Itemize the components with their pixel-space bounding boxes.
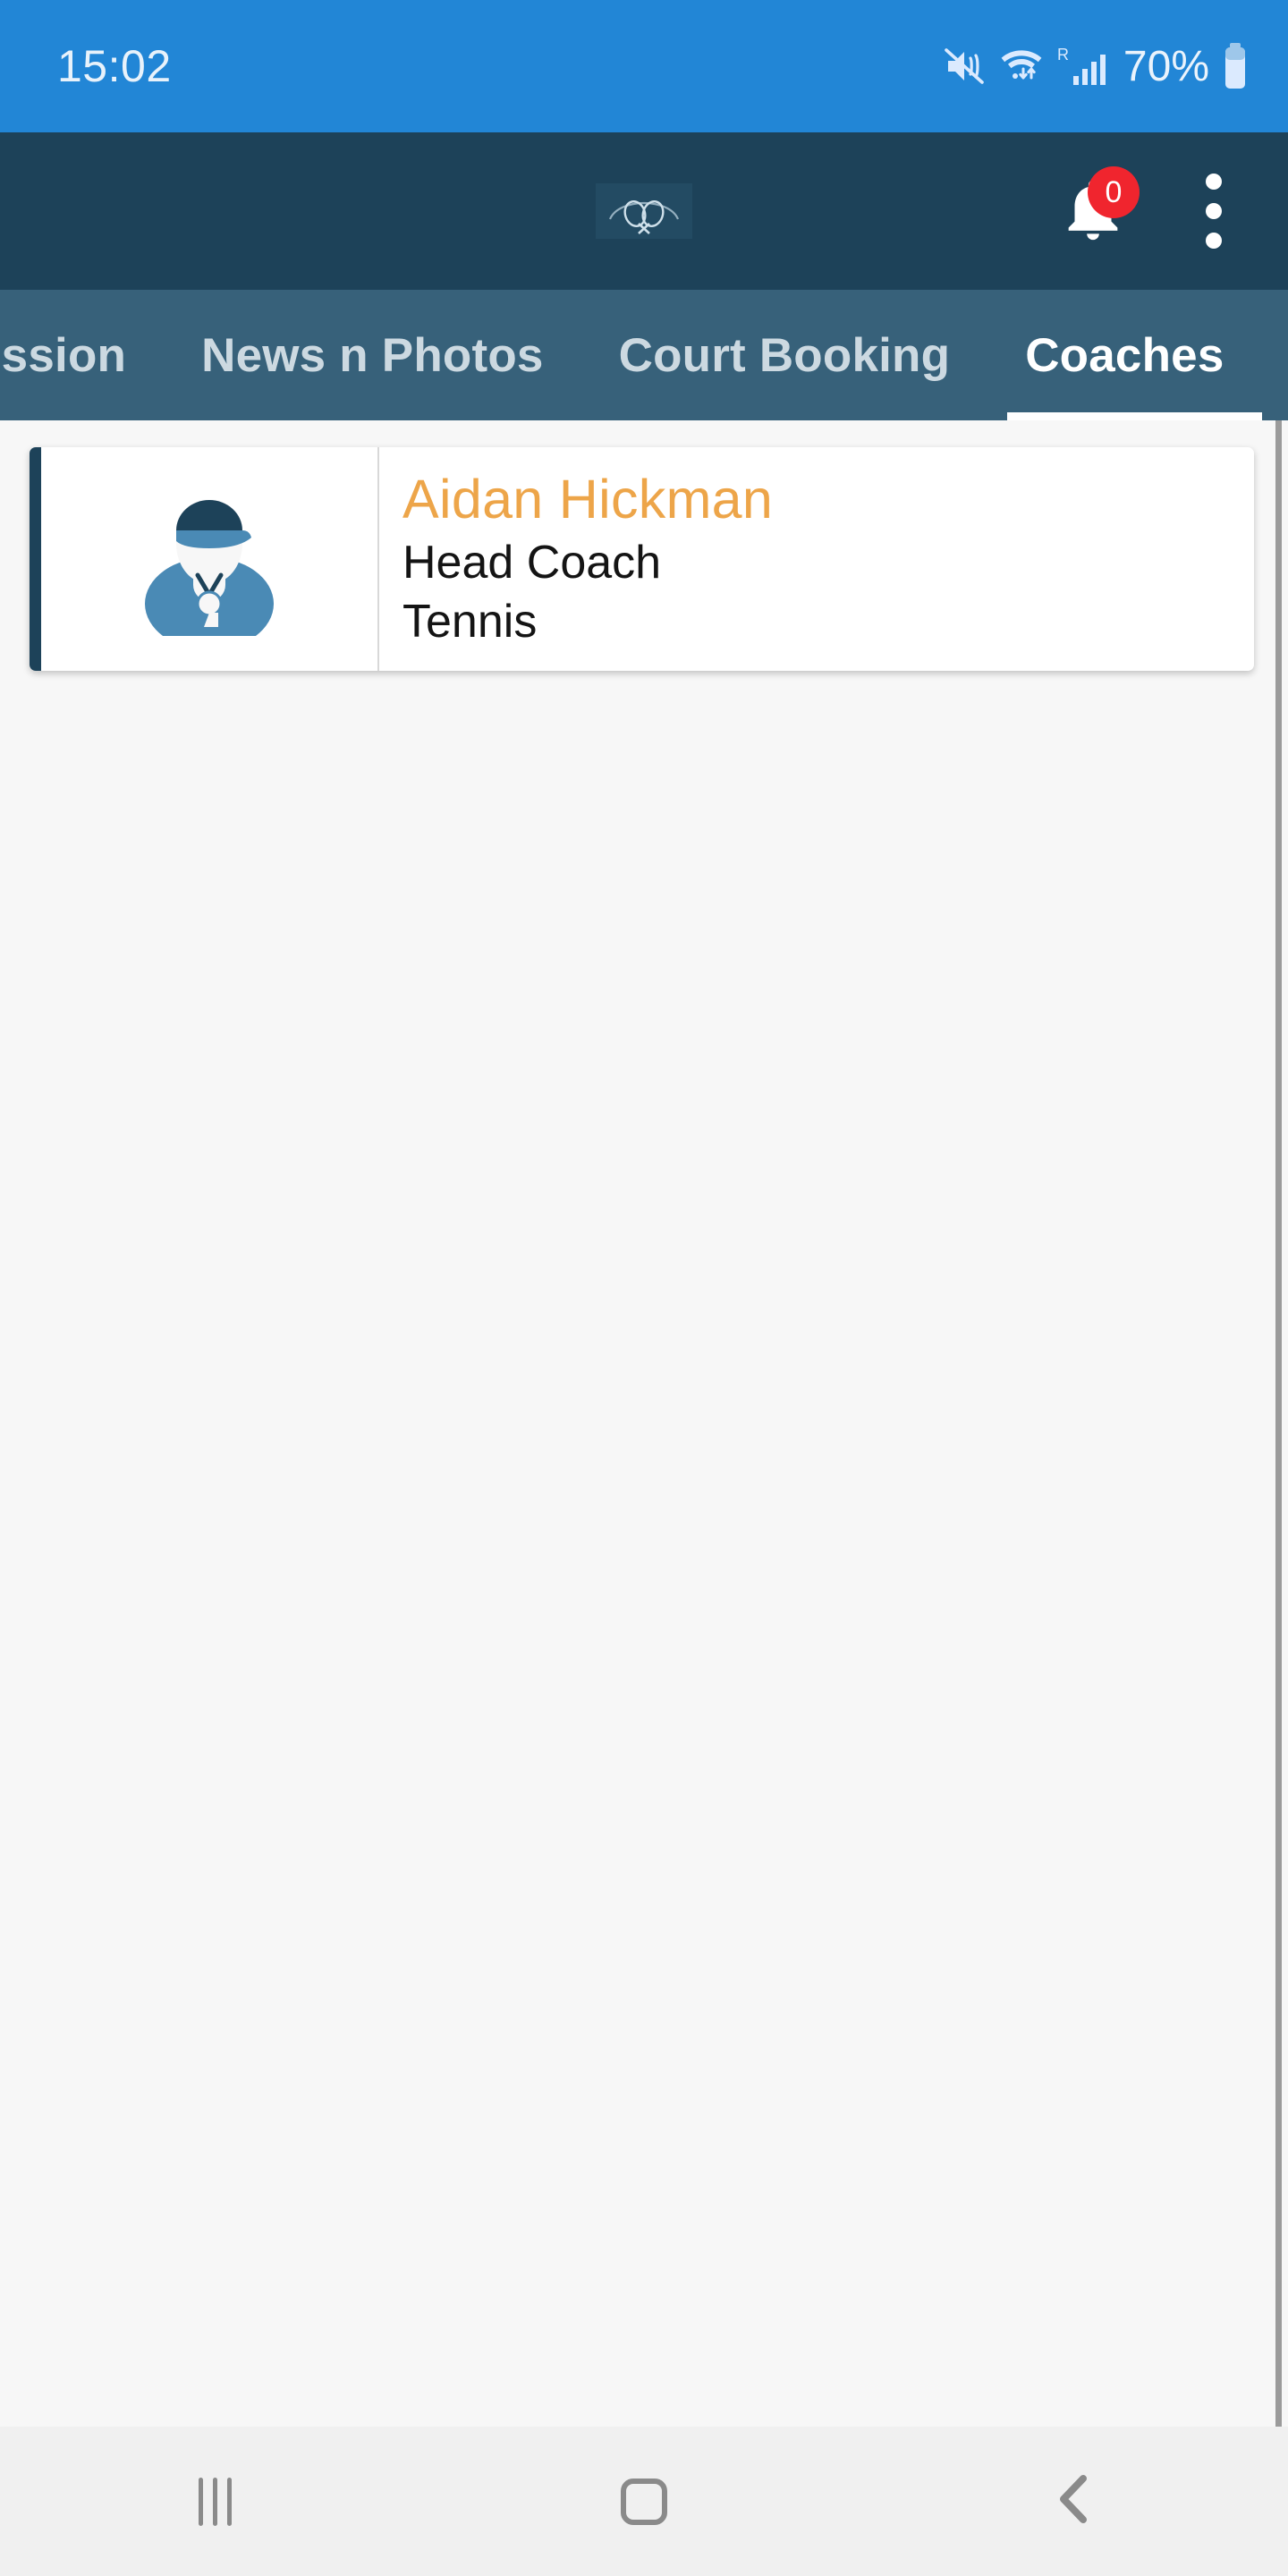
app-logo [596,183,692,239]
tab-label: News n Photos [201,328,544,382]
kebab-dot [1206,174,1222,190]
status-clock: 15:02 [57,41,172,91]
home-icon [621,2478,667,2525]
coach-name: Aidan Hickman [402,469,774,530]
tab-list: ession News n Photos Court Booking Coach… [0,290,1262,420]
tab-indicator [1007,412,1262,420]
kebab-dot [1206,203,1222,219]
tab-label: ession [0,328,127,382]
coach-details: Aidan Hickman Head Coach Tennis [379,447,1254,671]
notifications-button[interactable]: 0 [1050,166,1140,254]
battery-icon [1222,43,1249,89]
vertical-scrollbar[interactable] [1275,420,1282,2427]
coach-sport: Tennis [402,596,538,648]
recents-icon [198,2477,232,2526]
back-chevron-icon [1049,2471,1097,2531]
coach-role: Head Coach [402,536,662,589]
overflow-menu-button[interactable] [1181,165,1247,258]
battery-percent-label: 70% [1123,42,1209,90]
status-icons: R 70% [930,42,1249,91]
card-accent-bar [30,447,41,671]
coach-avatar-icon [130,479,289,650]
mute-vibrate-icon [943,45,986,88]
status-bar: 15:02 R 70% [0,0,1288,132]
roaming-signal-icon: R [1057,44,1106,89]
coaches-list-area: Aidan Hickman Head Coach Tennis [0,420,1288,2427]
tab-label: Coaches [1025,328,1224,382]
kebab-dot [1206,233,1222,249]
tab-news-n-photos[interactable]: News n Photos [164,290,580,420]
tab-session[interactable]: ession [0,290,164,420]
tab-bar[interactable]: ession News n Photos Court Booking Coach… [0,290,1288,420]
tab-court-booking[interactable]: Court Booking [581,290,988,420]
wifi-icon [998,45,1045,88]
notification-badge: 0 [1088,166,1140,218]
back-button[interactable] [984,2427,1163,2576]
tab-coaches[interactable]: Coaches [987,290,1262,420]
app-header: 0 [0,132,1288,290]
recents-button[interactable] [125,2427,304,2576]
android-navigation-bar [0,2427,1288,2576]
coach-avatar-cell [41,447,379,671]
coach-card[interactable]: Aidan Hickman Head Coach Tennis [30,447,1254,671]
tab-label: Court Booking [618,328,951,382]
phone-screen: 15:02 R 70% 0 ssion News n Photos Court … [0,0,1288,2576]
home-button[interactable] [555,2427,733,2576]
svg-text:R: R [1057,46,1069,64]
